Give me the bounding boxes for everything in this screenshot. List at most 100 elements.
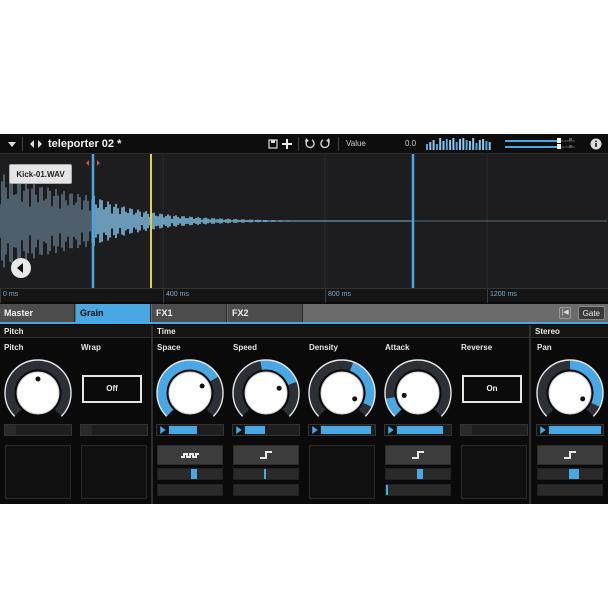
- meter-bar: [445, 139, 448, 150]
- attack-knob[interactable]: [384, 359, 452, 427]
- knob-indicator: [276, 385, 282, 391]
- attack-shape-button[interactable]: [385, 445, 451, 465]
- space-shape-amount[interactable]: [157, 468, 223, 480]
- pitch-mod-slider[interactable]: [4, 424, 72, 436]
- section-pitch-header: Pitch: [0, 325, 151, 338]
- play-sample-button[interactable]: [11, 258, 31, 278]
- tab-fx1[interactable]: FX1: [152, 304, 227, 322]
- density-mod-slider[interactable]: [308, 424, 376, 436]
- knob-value-arc: [385, 396, 402, 416]
- preset-prev-next-icon[interactable]: [28, 134, 44, 154]
- step-shape-icon: [564, 451, 576, 459]
- meter-bar: [472, 138, 475, 150]
- meter-bar: [482, 139, 485, 150]
- ruler-label-2: 800 ms: [328, 291, 351, 298]
- wrap-mod-slider[interactable]: [80, 424, 148, 436]
- attack-shape-rate[interactable]: [385, 484, 451, 496]
- pan-mod-slider[interactable]: [536, 424, 604, 436]
- speed-label: Speed: [233, 343, 258, 352]
- speed-shape-button[interactable]: [233, 445, 299, 465]
- pitch-label: Pitch: [4, 343, 24, 352]
- save-icon[interactable]: [268, 134, 278, 154]
- add-preset-icon[interactable]: [282, 134, 292, 154]
- toolbar-divider: [338, 137, 339, 151]
- speed-shape-rate[interactable]: [233, 484, 299, 496]
- gate-button[interactable]: Gate: [577, 306, 605, 320]
- space-shape-button[interactable]: [157, 445, 223, 465]
- section-time-header: Time: [153, 325, 529, 338]
- speed-knob[interactable]: [232, 359, 300, 427]
- ruler-label-3: 1200 ms: [490, 291, 517, 298]
- attack-mod-slider[interactable]: [384, 424, 452, 436]
- pan-shape-amount[interactable]: [537, 468, 603, 480]
- pan-shape-rate[interactable]: [537, 484, 603, 496]
- knob-cap: [244, 371, 288, 415]
- meter-bar: [462, 138, 465, 150]
- step-shape-icon: [412, 451, 424, 459]
- ruler-tick: [163, 289, 164, 303]
- undo-icon[interactable]: [304, 134, 316, 154]
- ruler-tick: [325, 289, 326, 303]
- output-sliders[interactable]: [503, 134, 579, 154]
- meter-bar: [449, 140, 452, 150]
- ruler-label-0: 0 ms: [3, 291, 19, 298]
- density-knob[interactable]: [308, 359, 376, 427]
- section-divider: [151, 325, 153, 504]
- meter-bar: [465, 140, 468, 150]
- menu-dropdown-icon[interactable]: [6, 134, 18, 154]
- knob-indicator: [199, 383, 205, 389]
- pan-knob[interactable]: [536, 359, 604, 427]
- meter-bar: [452, 138, 455, 150]
- space-shape-rate[interactable]: [157, 484, 223, 496]
- play-back-icon: [17, 263, 23, 273]
- reverse-toggle-button[interactable]: On: [462, 375, 522, 403]
- knob-cap: [396, 371, 440, 415]
- meter-bar: [488, 142, 491, 150]
- space-label: Space: [157, 343, 181, 352]
- meter-bar: [459, 139, 461, 150]
- ruler-tick: [0, 289, 1, 303]
- info-icon[interactable]: [590, 134, 602, 154]
- toolbar: teleporter 02 * Value 0.0: [0, 134, 608, 154]
- waveform-display[interactable]: Kick-01.WAV: [0, 154, 608, 288]
- meter-bar: [442, 141, 445, 150]
- space-mod-slider[interactable]: [156, 424, 224, 436]
- meter-bar: [439, 138, 442, 150]
- meter-bar: [435, 144, 438, 150]
- tab-bar: Master Grain FX1 FX2 |◀ Gate: [0, 304, 608, 322]
- reverse-label: Reverse: [461, 343, 493, 352]
- toolbar-divider: [22, 137, 23, 151]
- meter-bar: [455, 142, 458, 150]
- tab-grain[interactable]: Grain: [76, 304, 151, 322]
- sample-file-button[interactable]: Kick-01.WAV: [9, 164, 72, 184]
- ruler-label-1: 400 ms: [166, 291, 189, 298]
- speed-mod-slider[interactable]: [232, 424, 300, 436]
- pitch-knob[interactable]: [4, 359, 72, 427]
- attack-shape-amount[interactable]: [385, 468, 451, 480]
- random-shape-icon: [181, 453, 199, 458]
- meter-bar: [478, 140, 481, 150]
- knob-indicator: [35, 376, 41, 382]
- value-label: Value: [346, 139, 366, 148]
- knob-indicator: [580, 396, 586, 402]
- pan-shape-button[interactable]: [537, 445, 603, 465]
- meter-bar: [429, 142, 432, 150]
- meter-bar: [468, 141, 471, 150]
- tab-master[interactable]: Master: [0, 304, 75, 322]
- reverse-mod-slider[interactable]: [460, 424, 528, 436]
- pan-label: Pan: [537, 343, 552, 352]
- preset-name[interactable]: teleporter 02 *: [48, 134, 121, 154]
- meter-bar: [432, 140, 435, 150]
- ruler-tick: [487, 289, 488, 303]
- tab-fx2[interactable]: FX2: [228, 304, 303, 322]
- space-knob[interactable]: [156, 359, 224, 427]
- wrap-toggle-button[interactable]: Off: [82, 375, 142, 403]
- knob-cap: [320, 371, 364, 415]
- density-label: Density: [309, 343, 338, 352]
- knob-indicator: [352, 396, 358, 402]
- toolbar-divider: [298, 137, 299, 151]
- redo-icon[interactable]: [319, 134, 331, 154]
- time-ruler: 0 ms 400 ms 800 ms 1200 ms: [0, 288, 608, 303]
- speed-shape-amount[interactable]: [233, 468, 299, 480]
- gate-reset-icon[interactable]: |◀: [559, 307, 571, 319]
